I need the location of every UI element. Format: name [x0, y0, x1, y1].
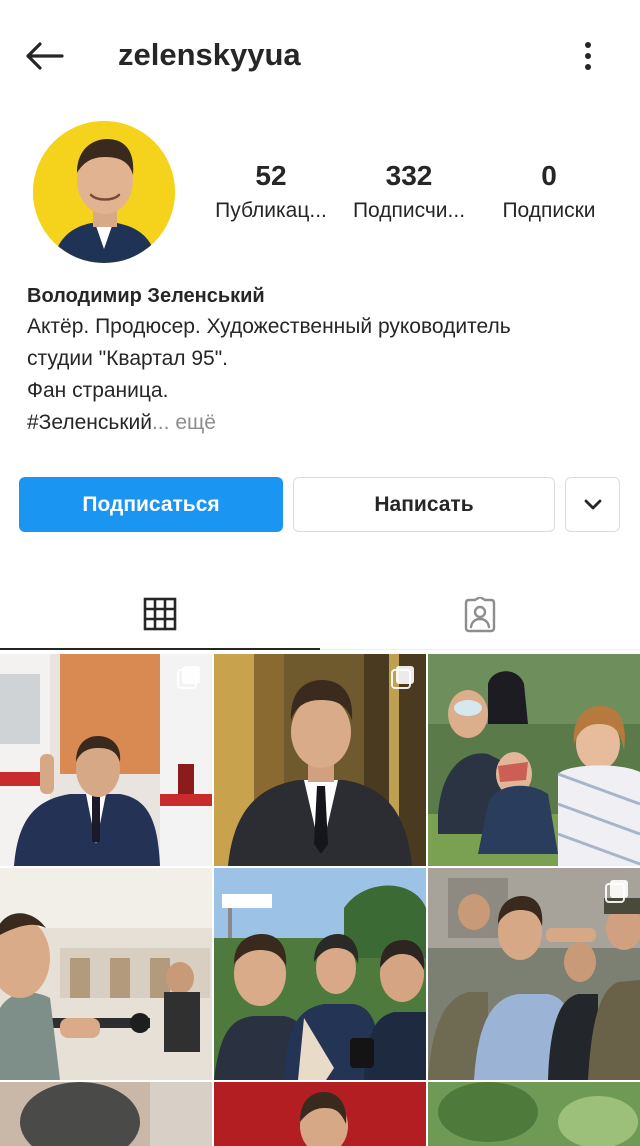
carousel-icon	[605, 880, 628, 903]
following-count[interactable]: 0 Подписки	[474, 158, 624, 228]
following-count-value: 0	[541, 160, 557, 191]
arrow-left-icon	[26, 42, 64, 70]
bio-line: Фан страница.	[27, 379, 169, 402]
profile-avatar[interactable]	[33, 121, 175, 263]
post-thumbnail[interactable]	[0, 868, 212, 1080]
tab-tagged[interactable]	[320, 580, 640, 650]
profile-full-name: Володимир Зеленський	[27, 285, 265, 307]
post-thumbnail[interactable]	[428, 1082, 640, 1146]
bio-line: студии "Квартал 95".	[27, 347, 229, 370]
profile-username: zelenskyyua	[118, 37, 301, 72]
carousel-icon	[177, 666, 200, 689]
back-button[interactable]	[20, 34, 68, 78]
follow-button[interactable]: Подписаться	[19, 477, 283, 532]
vertical-dots-icon	[585, 42, 591, 70]
post-thumbnail[interactable]	[214, 654, 426, 866]
grid-icon	[143, 597, 177, 631]
options-button[interactable]	[566, 34, 610, 78]
post-thumbnail[interactable]	[0, 1082, 212, 1146]
post-thumbnail[interactable]	[0, 654, 212, 866]
following-count-label: Подписки	[502, 199, 596, 222]
post-thumbnail[interactable]	[214, 1082, 426, 1146]
bio-line: Актёр. Продюсер. Художественный руководи…	[27, 315, 511, 338]
post-thumbnail[interactable]	[428, 868, 640, 1080]
post-thumbnail[interactable]	[214, 868, 426, 1080]
suggested-accounts-button[interactable]	[565, 477, 620, 532]
tab-grid[interactable]	[0, 580, 320, 650]
bio-more-link[interactable]: ещё	[175, 411, 216, 434]
followers-count[interactable]: 332 Подписчи...	[334, 158, 484, 228]
followers-count-label: Подписчи...	[352, 199, 466, 222]
profile-bio: Володимир Зеленський Актёр. Продюсер. Ху…	[27, 281, 617, 439]
posts-count-label: Публикац...	[215, 199, 327, 222]
bio-hashtag[interactable]: #Зеленський	[27, 411, 152, 434]
profile-tabs	[0, 580, 640, 650]
posts-count[interactable]: 52 Публикац...	[196, 158, 346, 228]
top-bar: zelenskyyua	[0, 0, 640, 112]
bio-ellipsis: ...	[151, 411, 176, 434]
followers-count-value: 332	[385, 160, 433, 191]
message-button[interactable]: Написать	[293, 477, 555, 532]
posts-count-value: 52	[255, 160, 287, 191]
post-thumbnail[interactable]	[428, 654, 640, 866]
chevron-down-icon	[584, 499, 601, 509]
carousel-icon	[391, 666, 414, 689]
tagged-person-icon	[464, 597, 496, 633]
bio-tag-line: #Зеленський... ещё	[27, 407, 617, 439]
